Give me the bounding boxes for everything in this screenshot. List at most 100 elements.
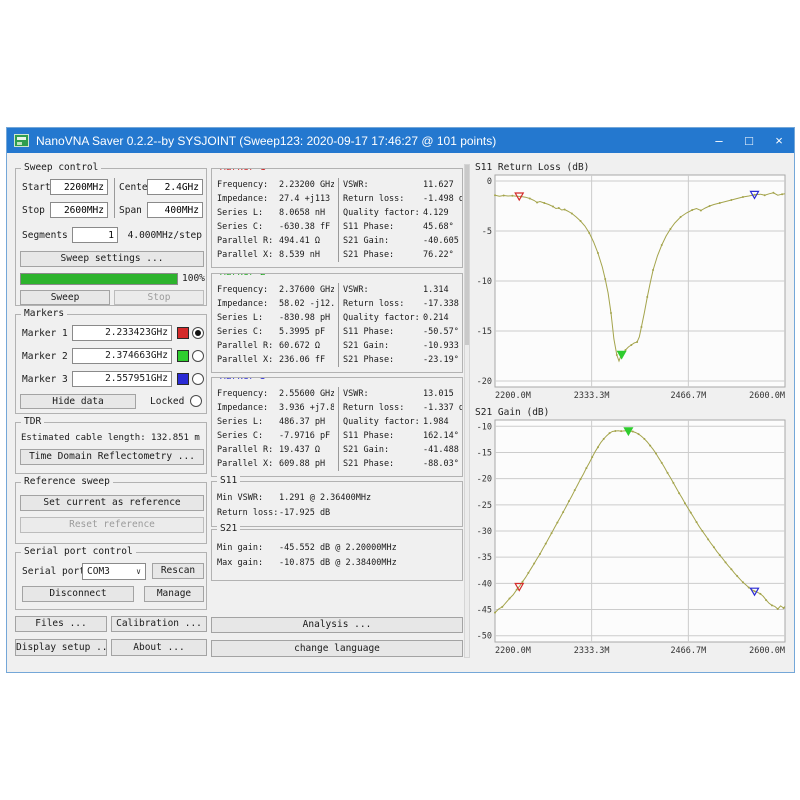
data-point xyxy=(730,568,732,570)
marker-1-radio[interactable] xyxy=(192,327,204,339)
marker-3-left-row: Frequency:2.55600 GHz xyxy=(217,388,334,401)
detail-label: VSWR: xyxy=(343,179,423,192)
x-tick-label: 2333.3M xyxy=(574,391,610,401)
marker-3-right-row: Return loss:-1.337 dB xyxy=(343,402,462,415)
marker-1-right-row: Quality factor:4.129 xyxy=(343,207,462,220)
detail-label: S21 Phase: xyxy=(343,458,423,471)
data-point xyxy=(640,326,642,328)
y-tick-label: -5 xyxy=(482,227,492,237)
sweep-control-title: Sweep control xyxy=(21,162,101,174)
s21-max-gain-value: -10.875 dB @ 2.38400MHz xyxy=(279,557,460,570)
start-input[interactable] xyxy=(50,179,108,195)
files-button[interactable]: Files ... xyxy=(15,616,107,632)
cable-length-label: Estimated cable length: 132.851 m xyxy=(21,432,200,444)
tdr-button[interactable]: Time Domain Reflectometry ... xyxy=(20,449,204,465)
detail-value: 236.06 fF xyxy=(279,354,334,367)
s11-return-loss-value: -17.925 dB xyxy=(279,507,460,520)
segments-input[interactable] xyxy=(72,227,118,243)
marker-3-radio[interactable] xyxy=(192,373,204,385)
s21-gain-chart[interactable]: -10-15-20-25-30-35-40-45-502200.0M2333.3… xyxy=(471,406,793,658)
marker-2-color-swatch[interactable] xyxy=(177,350,189,362)
marker-2-left-row: Series C:5.3995 pF xyxy=(217,326,334,339)
marker-3-frequency-input[interactable]: 2.557951GHz xyxy=(72,371,172,387)
marker-3-color-swatch[interactable] xyxy=(177,373,189,385)
close-button[interactable]: × xyxy=(764,128,794,153)
marker-2-right-row: Return loss:-17.338 dB xyxy=(343,298,462,311)
stop-input[interactable] xyxy=(50,202,108,218)
data-point xyxy=(580,220,582,222)
start-label: Start xyxy=(22,182,51,194)
marker-1-color-swatch[interactable] xyxy=(177,327,189,339)
sweep-control-group: Sweep control Start Center Stop Span Seg… xyxy=(15,168,207,306)
hide-data-button[interactable]: Hide data xyxy=(20,394,136,409)
x-tick-label: 2466.7M xyxy=(670,391,706,401)
serial-port-value: COM3 xyxy=(87,566,110,577)
detail-label: S11 Phase: xyxy=(343,221,423,234)
disconnect-button[interactable]: Disconnect xyxy=(22,586,134,602)
marker-2-right-row: S11 Phase:-50.57° xyxy=(343,326,462,339)
detail-label: S11 Phase: xyxy=(343,326,423,339)
x-tick-label: 2600.0M xyxy=(749,646,785,656)
y-tick-label: -20 xyxy=(477,475,492,485)
detail-value: 609.88 pH xyxy=(279,458,334,471)
stop-label: Stop xyxy=(22,205,45,217)
data-point xyxy=(585,467,587,469)
data-point xyxy=(533,562,535,564)
detail-value: 4.129 xyxy=(423,207,462,220)
segments-label: Segments xyxy=(22,230,68,242)
data-point xyxy=(669,228,671,230)
minimize-button[interactable]: – xyxy=(704,128,734,153)
maximize-button[interactable]: □ xyxy=(734,128,764,153)
s11-info-group: S11 Min VSWR:1.291 @ 2.36400MHz Return l… xyxy=(211,481,463,527)
s21-info-title: S21 xyxy=(217,523,240,535)
s21-info-group: S21 Min gain:-45.552 dB @ 2.20000MHz Max… xyxy=(211,529,463,581)
marker-1-detail-title: Marker 1 xyxy=(217,168,269,174)
set-reference-button[interactable]: Set current as reference xyxy=(20,495,204,511)
manage-button[interactable]: Manage xyxy=(144,586,204,602)
detail-label: Parallel X: xyxy=(217,249,279,262)
detail-label: Return loss: xyxy=(343,298,423,311)
serial-port-select[interactable]: COM3 ∨ xyxy=(82,563,146,580)
marker-detail-divider xyxy=(338,178,339,262)
rescan-button[interactable]: Rescan xyxy=(152,563,204,579)
data-point xyxy=(568,500,570,502)
marker-2-radio[interactable] xyxy=(192,350,204,362)
detail-value: -830.98 pH xyxy=(279,312,334,325)
marker-2-frequency-input[interactable]: 2.374663GHz xyxy=(72,348,172,364)
detail-label: Parallel R: xyxy=(217,340,279,353)
detail-value: 58.02 -j12.4 Ω xyxy=(279,298,334,311)
data-point xyxy=(661,244,663,246)
display-setup-button[interactable]: Display setup ... xyxy=(15,639,107,656)
stop-sweep-button[interactable]: Stop xyxy=(114,290,204,305)
sweep-button[interactable]: Sweep xyxy=(20,290,110,305)
analysis-button[interactable]: Analysis ... xyxy=(211,617,463,633)
data-point xyxy=(678,492,680,494)
marker-3-right-row: Quality factor:1.984 xyxy=(343,416,462,429)
middle-scrollbar[interactable] xyxy=(464,164,470,658)
sweep-settings-button[interactable]: Sweep settings ... xyxy=(20,251,204,267)
detail-label: Series L: xyxy=(217,207,279,220)
data-point xyxy=(545,543,547,545)
title-bar[interactable]: NanoVNA Saver 0.2.2--by SYSJOINT (Sweep1… xyxy=(7,128,794,153)
span-input[interactable] xyxy=(147,202,203,218)
data-point xyxy=(684,502,686,504)
serial-port-label: Serial port xyxy=(22,566,85,578)
detail-value: 60.672 Ω xyxy=(279,340,334,353)
locked-radio[interactable] xyxy=(190,395,202,407)
marker-1-frequency-input[interactable]: 2.233423GHz xyxy=(72,325,172,341)
detail-value: -1.498 dB xyxy=(423,193,462,206)
span-label: Span xyxy=(119,205,142,217)
center-input[interactable] xyxy=(147,179,203,195)
calibration-button[interactable]: Calibration ... xyxy=(111,616,207,632)
data-point xyxy=(551,532,553,534)
y-tick-label: -20 xyxy=(477,377,492,387)
about-button[interactable]: About ... xyxy=(111,639,207,656)
marker-2-right-row: VSWR:1.314 xyxy=(343,284,462,297)
s21-min-gain-value: -45.552 dB @ 2.20000MHz xyxy=(279,542,460,555)
change-language-button[interactable]: change language xyxy=(211,640,463,657)
s11-info-title: S11 xyxy=(217,475,240,487)
data-point xyxy=(562,511,564,513)
data-point xyxy=(643,438,645,440)
reset-reference-button[interactable]: Reset reference xyxy=(20,517,204,533)
s11-return-loss-chart[interactable]: 0-5-10-15-202200.0M2333.3M2466.7M2600.0M… xyxy=(471,161,793,403)
